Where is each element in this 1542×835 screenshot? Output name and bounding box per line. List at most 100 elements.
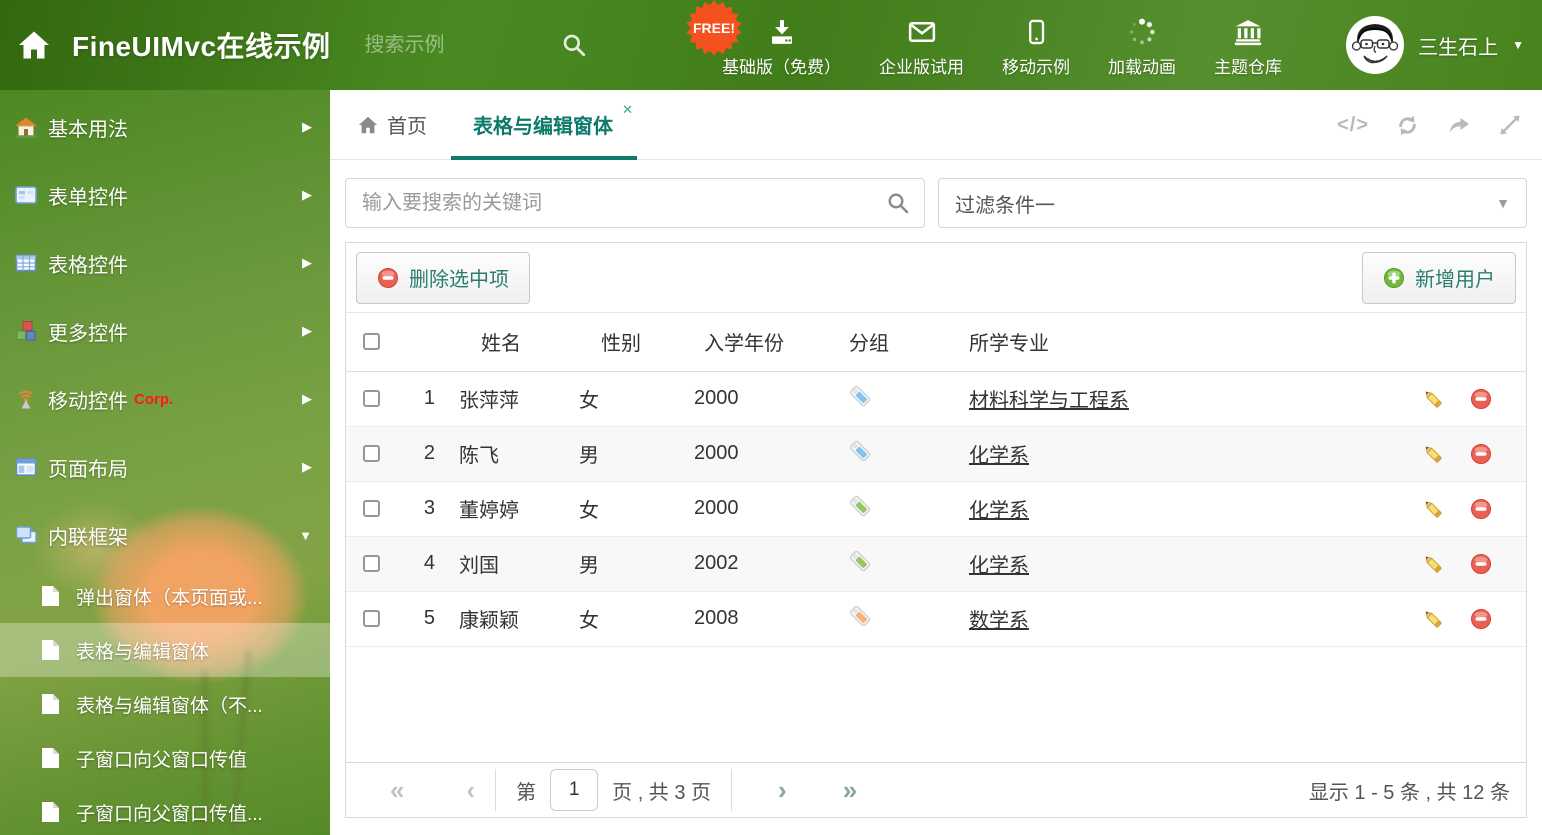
search-icon[interactable] [886, 191, 910, 215]
keyword-search-input[interactable] [360, 190, 886, 216]
select-all-checkbox[interactable] [362, 333, 380, 351]
cell-year: 2000 [686, 426, 841, 482]
header-search[interactable] [362, 32, 587, 58]
mobile-icon [1029, 19, 1045, 44]
refresh-icon[interactable] [1395, 113, 1420, 138]
sidebar-item-label: 表格控件 [48, 254, 128, 277]
edit-icon[interactable] [1422, 553, 1444, 575]
major-link[interactable]: 材料科学与工程系 [969, 390, 1129, 412]
table-row[interactable]: 4 刘国 男 2002 化学系 [346, 536, 1526, 592]
tag-icon [848, 384, 872, 408]
tab-home[interactable]: 首页 [357, 110, 427, 139]
delete-icon[interactable] [1470, 498, 1492, 520]
layout-icon [15, 458, 37, 476]
tab-home-label: 首页 [387, 116, 427, 138]
row-checkbox[interactable] [362, 555, 380, 573]
sidebar-item-basic-usage[interactable]: 基本用法 ▶ [0, 93, 330, 161]
table-row[interactable]: 2 陈飞 男 2000 化学系 [346, 426, 1526, 482]
edit-icon[interactable] [1422, 608, 1444, 630]
chevron-right-icon: ▶ [302, 187, 312, 202]
sidebar-item-form-controls[interactable]: 表单控件 ▶ [0, 161, 330, 229]
nav-mobile-demo[interactable]: 移动示例 [1002, 13, 1070, 78]
table-row[interactable]: 1 张萍萍 女 2000 材料科学与工程系 [346, 371, 1526, 427]
sidebar-subitem-grid-edit-window-2[interactable]: 表格与编辑窗体（不... [0, 677, 330, 731]
maximize-icon[interactable] [1498, 113, 1522, 137]
row-checkbox[interactable] [362, 610, 380, 628]
col-actions [1396, 313, 1526, 372]
nav-loading-animation[interactable]: 加载动画 [1108, 13, 1176, 78]
home-icon[interactable] [16, 27, 52, 63]
edit-icon[interactable] [1422, 388, 1444, 410]
table-icon [15, 254, 37, 272]
sidebar-item-grid-controls[interactable]: 表格控件 ▶ [0, 229, 330, 297]
filter-dropdown-value: 过滤条件一 [955, 194, 1055, 217]
next-page-icon[interactable]: › [778, 777, 787, 803]
file-icon [42, 748, 59, 768]
sidebar-item-inline-frame[interactable]: 内联框架 ▼ [0, 501, 330, 569]
table-row[interactable]: 3 董婷婷 女 2000 化学系 [346, 481, 1526, 537]
major-link[interactable]: 数学系 [969, 610, 1029, 632]
sidebar-item-more-controls[interactable]: 更多控件 ▶ [0, 297, 330, 365]
chevron-right-icon: ▶ [302, 459, 312, 474]
antenna-icon [18, 390, 34, 409]
tab-toolbar: </> [1337, 90, 1522, 160]
sidebar-item-page-layout[interactable]: 页面布局 ▶ [0, 433, 330, 501]
tab-grid-edit-window[interactable]: 表格与编辑窗体 ✕ [451, 90, 637, 160]
sidebar-subitem-label: 表格与编辑窗体（不... [76, 695, 263, 717]
delete-icon[interactable] [1470, 388, 1492, 410]
cell-gender: 女 [571, 371, 686, 427]
row-index: 4 [396, 536, 451, 592]
search-icon[interactable] [561, 32, 587, 58]
delete-icon[interactable] [1470, 553, 1492, 575]
file-icon [42, 694, 59, 714]
delete-icon[interactable] [1470, 443, 1492, 465]
prev-page-icon[interactable]: ‹ [466, 777, 475, 803]
sidebar-subitem-popup-window[interactable]: 弹出窗体（本页面或... [0, 569, 330, 623]
major-link[interactable]: 化学系 [969, 445, 1029, 467]
nav-enterprise-trial[interactable]: 企业版试用 [879, 13, 964, 78]
sidebar-item-label: 表单控件 [48, 186, 128, 209]
major-link[interactable]: 化学系 [969, 555, 1029, 577]
delete-icon[interactable] [1470, 608, 1492, 630]
share-icon[interactable] [1446, 113, 1472, 137]
row-index: 2 [396, 426, 451, 482]
sidebar-item-label: 页面布局 [48, 458, 128, 481]
tab-bar: 首页 表格与编辑窗体 ✕ </> [330, 90, 1542, 160]
nav-theme-repository[interactable]: 主题仓库 [1214, 13, 1282, 78]
sidebar-subitem-grid-edit-window[interactable]: 表格与编辑窗体 [0, 623, 330, 677]
table-row[interactable]: 5 康颖颖 女 2008 数学系 [346, 591, 1526, 647]
cell-year: 2000 [686, 481, 841, 537]
app-header: FineUIMvc在线示例 FREE! 基础版（免费） 企业版试用 [0, 0, 1542, 90]
delete-selected-label: 删除选中项 [409, 269, 509, 291]
user-menu[interactable]: 三生石上 ▼ [1346, 0, 1524, 90]
major-link[interactable]: 化学系 [969, 500, 1029, 522]
view-source-icon[interactable]: </> [1337, 114, 1369, 137]
cell-year: 2008 [686, 591, 841, 647]
sidebar-subitem-label: 子窗口向父窗口传值... [76, 803, 263, 825]
sidebar-subitem-child-to-parent-2[interactable]: 子窗口向父窗口传值... [0, 785, 330, 835]
first-page-icon[interactable]: « [390, 777, 404, 803]
house-icon [15, 117, 37, 138]
file-icon [42, 586, 59, 606]
edit-icon[interactable] [1422, 498, 1444, 520]
header-search-input[interactable] [362, 32, 513, 58]
nav-label: 企业版试用 [879, 57, 964, 77]
cell-year: 2002 [686, 536, 841, 592]
sidebar-item-mobile-controls[interactable]: 移动控件 Corp. ▶ [0, 365, 330, 433]
page-input[interactable] [550, 769, 599, 811]
row-checkbox[interactable] [362, 500, 380, 518]
sidebar-subitem-child-to-parent[interactable]: 子窗口向父窗口传值 [0, 731, 330, 785]
keyword-searchbox[interactable] [345, 178, 925, 228]
row-checkbox[interactable] [362, 390, 380, 408]
main-content: 首页 表格与编辑窗体 ✕ </> 输入要搜索的关键词 过滤条件一 ▼ 删除选中项… [330, 90, 1542, 835]
last-page-icon[interactable]: » [843, 777, 857, 803]
cell-name: 张萍萍 [451, 371, 571, 427]
avatar[interactable] [1346, 16, 1405, 74]
row-checkbox[interactable] [362, 445, 380, 463]
edit-icon[interactable] [1422, 443, 1444, 465]
filter-dropdown[interactable]: 过滤条件一 ▼ [938, 178, 1527, 228]
add-user-button[interactable]: 新增用户 [1362, 251, 1516, 304]
col-gender: 性别 [571, 313, 686, 372]
delete-selected-button[interactable]: 删除选中项 [356, 251, 530, 304]
tab-close-icon[interactable]: ✕ [622, 102, 633, 118]
